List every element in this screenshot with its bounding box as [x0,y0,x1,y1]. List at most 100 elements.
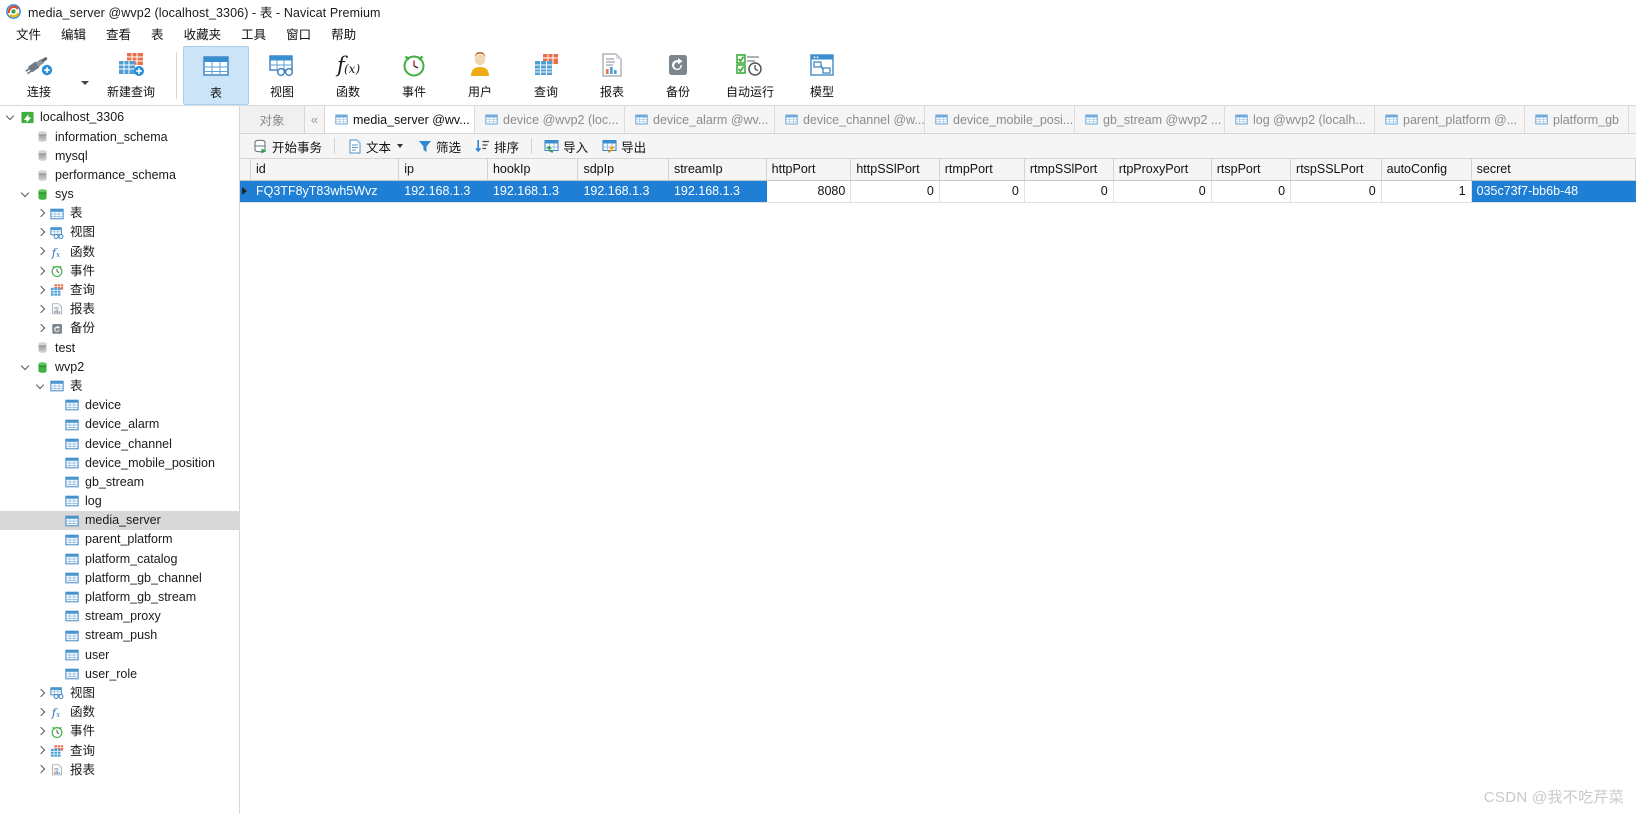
editor-tab[interactable]: device_mobile_posi... [925,106,1075,133]
editor-tab[interactable]: device_channel @w... [775,106,925,133]
sort-button[interactable]: 排序 [468,135,526,158]
tree-item-user_role[interactable]: user_role [0,664,239,683]
tree-item-platform_gb_channel[interactable]: platform_gb_channel [0,569,239,588]
grid-column-header[interactable]: autoConfig [1381,159,1472,181]
begin-transaction-button[interactable]: 开始事务 [246,135,329,158]
menu-help[interactable]: 帮助 [321,22,366,45]
chevron-right-icon[interactable] [34,247,49,256]
tree-item-test[interactable]: test [0,338,239,357]
toolbar-new-query-button[interactable]: 新建查询 [92,46,170,105]
table-cell[interactable]: 0 [1290,180,1382,203]
tree-item-[interactable]: 表 [0,204,239,223]
tree-item-device_mobile_position[interactable]: device_mobile_position [0,453,239,472]
table-cell[interactable]: 0 [1211,180,1292,203]
tree-item-[interactable]: f x 函数 [0,242,239,261]
table-cell[interactable]: 0 [850,180,940,203]
toolbar-table-button[interactable]: 表 [183,46,249,105]
toolbar-report-button[interactable]: 报表 [579,46,645,105]
tree-item-[interactable]: 视图 [0,223,239,242]
tree-item-[interactable]: 事件 [0,262,239,281]
grid-column-header[interactable]: sdpIp [577,159,669,181]
tree-item-[interactable]: 备份 [0,319,239,338]
tree-item-[interactable]: 视图 [0,684,239,703]
tree-item-[interactable]: 查询 [0,741,239,760]
menu-favorites[interactable]: 收藏夹 [174,22,232,45]
grid-column-header[interactable]: rtmpSSlPort [1024,159,1114,181]
chevron-down-icon[interactable] [19,363,34,372]
editor-tabs[interactable]: media_server @wv... device @wvp2 (loc... d… [325,106,1636,133]
tree-item-parent_platform[interactable]: parent_platform [0,530,239,549]
grid-body[interactable]: FQ3TF8yT83wh5Wvz 192.168.1.3 192.168.1.3 19… [240,180,1636,203]
text-button[interactable]: 文本 [340,135,410,158]
chevron-right-icon[interactable] [34,689,49,698]
table-cell[interactable]: FQ3TF8yT83wh5Wvz [250,180,400,203]
chevron-right-icon[interactable] [34,228,49,237]
tree-item-information_schema[interactable]: information_schema [0,127,239,146]
tree-item-[interactable]: 报表 [0,300,239,319]
tree-item-localhost_3306[interactable]: localhost_3306 [0,108,239,127]
toolbar-automation-button[interactable]: 自动运行 [711,46,789,105]
data-grid-container[interactable]: id ip hookIp sdpIp streamIp httpPort httpSSlPo… [240,159,1636,814]
table-cell[interactable]: 1 [1381,180,1472,203]
editor-tab-active[interactable]: media_server @wv... [325,106,475,133]
editor-tab[interactable]: parent_platform @... [1375,106,1525,133]
table-cell[interactable]: 192.168.1.3 [487,180,579,203]
tree-item-sys[interactable]: sys [0,185,239,204]
object-tree-sidebar[interactable]: localhost_3306 information_schema mysql per… [0,106,240,814]
table-cell[interactable]: 192.168.1.3 [398,180,488,203]
filter-button[interactable]: 筛选 [410,135,468,158]
menu-edit[interactable]: 编辑 [51,22,96,45]
connection-dropdown-caret[interactable] [78,67,92,85]
table-cell[interactable]: 192.168.1.3 [577,180,669,203]
objects-tab[interactable]: 对象 [240,106,305,133]
tree-item-platform_catalog[interactable]: platform_catalog [0,549,239,568]
tree-item-wvp2[interactable]: wvp2 [0,357,239,376]
tree-item-[interactable]: 事件 [0,722,239,741]
chevron-down-icon[interactable] [19,190,34,199]
database-tree[interactable]: localhost_3306 information_schema mysql per… [0,108,239,780]
grid-column-header[interactable]: rtpProxyPort [1113,159,1212,181]
tree-item-log[interactable]: log [0,492,239,511]
menu-file[interactable]: 文件 [6,22,51,45]
chevron-right-icon[interactable] [34,746,49,755]
tree-item-[interactable]: 表 [0,377,239,396]
tree-item-device_channel[interactable]: device_channel [0,434,239,453]
table-cell[interactable]: 035c73f7-bb6b-48 [1471,180,1636,203]
editor-tab[interactable]: gb_stream @wvp2 ... [1075,106,1225,133]
grid-column-header[interactable]: id [250,159,400,181]
editor-tab[interactable]: platform_gb [1525,106,1630,133]
grid-column-header[interactable]: rtspSSLPort [1290,159,1382,181]
tree-item-mysql[interactable]: mysql [0,146,239,165]
tree-item-device_alarm[interactable]: device_alarm [0,415,239,434]
grid-column-header[interactable]: ip [398,159,488,181]
tree-item-stream_proxy[interactable]: stream_proxy [0,607,239,626]
table-cell[interactable]: 192.168.1.3 [668,180,767,203]
grid-column-header[interactable]: hookIp [487,159,579,181]
toolbar-model-button[interactable]: 模型 [789,46,855,105]
editor-tab[interactable]: device @wvp2 (loc... [475,106,625,133]
toolbar-connection-button[interactable]: 连接 [0,46,78,105]
table-row[interactable]: FQ3TF8yT83wh5Wvz 192.168.1.3 192.168.1.3 19… [240,180,1636,203]
chevron-right-icon[interactable] [34,727,49,736]
table-cell[interactable]: 8080 [766,180,852,203]
table-cell[interactable]: 0 [1113,180,1212,203]
tree-item-performance_schema[interactable]: performance_schema [0,166,239,185]
tree-item-media_server[interactable]: media_server [0,510,239,531]
toolbar-query-button[interactable]: 查询 [513,46,579,105]
tree-item-gb_stream[interactable]: gb_stream [0,473,239,492]
tree-item-stream_push[interactable]: stream_push [0,626,239,645]
import-button[interactable]: 导入 [537,135,595,158]
tree-item-[interactable]: 查询 [0,281,239,300]
collapse-tabs-button[interactable]: « [305,106,325,133]
toolbar-backup-button[interactable]: 备份 [645,46,711,105]
chevron-down-icon[interactable] [34,382,49,391]
grid-column-header[interactable]: rtspPort [1211,159,1292,181]
toolbar-function-button[interactable]: f (x) 函数 [315,46,381,105]
chevron-right-icon[interactable] [34,765,49,774]
chevron-right-icon[interactable] [34,267,49,276]
editor-tab[interactable]: device_alarm @wv... [625,106,775,133]
menu-table[interactable]: 表 [141,22,174,45]
chevron-right-icon[interactable] [34,708,49,717]
grid-column-header[interactable]: httpSSlPort [850,159,940,181]
tree-item-device[interactable]: device [0,396,239,415]
